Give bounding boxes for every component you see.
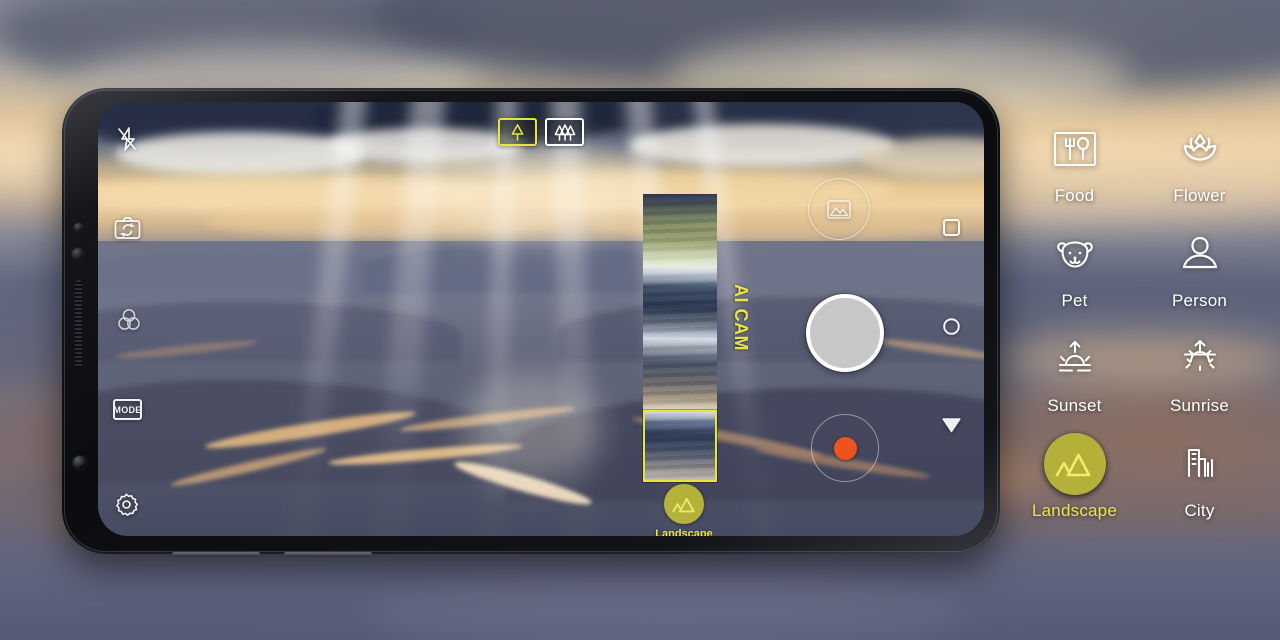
landscape-icon [664,484,704,524]
scene-thumb-2[interactable] [643,266,717,338]
scene-item-person[interactable]: Person [1137,223,1262,328]
record-dot [833,436,857,460]
food-icon [1044,118,1106,180]
nav-recents-button[interactable] [942,218,961,242]
front-camera [73,456,86,469]
flower-icon [1169,118,1231,180]
gallery-button[interactable] [808,178,870,240]
chip-single-tree[interactable] [498,118,537,146]
filters-icon[interactable] [116,307,142,333]
mode-button-label: MODE [113,399,142,420]
scene-item-label: Flower [1173,186,1226,205]
sunrise-icon [1169,328,1231,390]
camera-flip-icon[interactable] [114,216,141,240]
scene-item-pet[interactable]: Pet [1012,223,1137,328]
detected-scene-label: Landscape [655,528,713,536]
scene-type-grid: Food Flower Pet Person Sunset Sunrise La… [1012,118,1262,538]
scene-thumb-1[interactable] [643,194,717,266]
scene-item-label: Pet [1061,291,1088,310]
phone-screen: MODE AI CAM Landscape [98,102,984,536]
scene-item-label: Landscape [1032,501,1117,520]
sunset-icon [1044,328,1106,390]
earpiece-speaker [75,280,82,368]
scene-item-food[interactable]: Food [1012,118,1137,223]
detected-scene-badge: Landscape [646,484,722,536]
volume-up-key[interactable] [172,552,260,557]
mode-button[interactable]: MODE [113,399,142,420]
scene-item-label: Sunset [1047,396,1102,415]
camera-ui-overlay: MODE AI CAM Landscape [98,102,984,536]
scene-item-sunset[interactable]: Sunset [1012,328,1137,433]
landscape-icon [1043,433,1106,495]
ai-cam-label: AI CAM [731,284,751,351]
phone-device: MODE AI CAM Landscape [62,88,1000,557]
scene-mode-chips [498,118,584,146]
scene-item-label: City [1184,501,1215,520]
scene-item-landscape[interactable]: Landscape [1012,433,1137,538]
scene-thumb-4[interactable] [643,410,717,482]
chip-multi-tree[interactable] [545,118,584,146]
scene-item-city[interactable]: City [1137,433,1262,538]
android-nav-bar [930,102,972,536]
screenshot-root: MODE AI CAM Landscape Food Flower Pet Pe… [0,0,1280,640]
city-icon [1169,433,1231,495]
proximity-sensor [74,223,83,232]
nav-back-button[interactable] [941,416,962,439]
scene-item-flower[interactable]: Flower [1137,118,1262,223]
light-sensor [72,248,84,260]
pet-icon [1044,223,1106,285]
scene-filmstrip [643,194,717,482]
person-icon [1169,223,1231,285]
nav-home-button[interactable] [942,317,961,341]
scene-thumb-3[interactable] [643,338,717,410]
record-button[interactable] [811,414,879,482]
scene-item-sunrise[interactable]: Sunrise [1137,328,1262,433]
settings-gear-icon[interactable] [114,492,139,517]
scene-item-label: Person [1171,291,1228,310]
shutter-button[interactable] [806,294,884,372]
flash-off-icon[interactable] [116,126,138,152]
scene-item-label: Sunrise [1169,396,1230,415]
scene-item-label: Food [1054,186,1095,205]
volume-down-key[interactable] [284,552,372,557]
